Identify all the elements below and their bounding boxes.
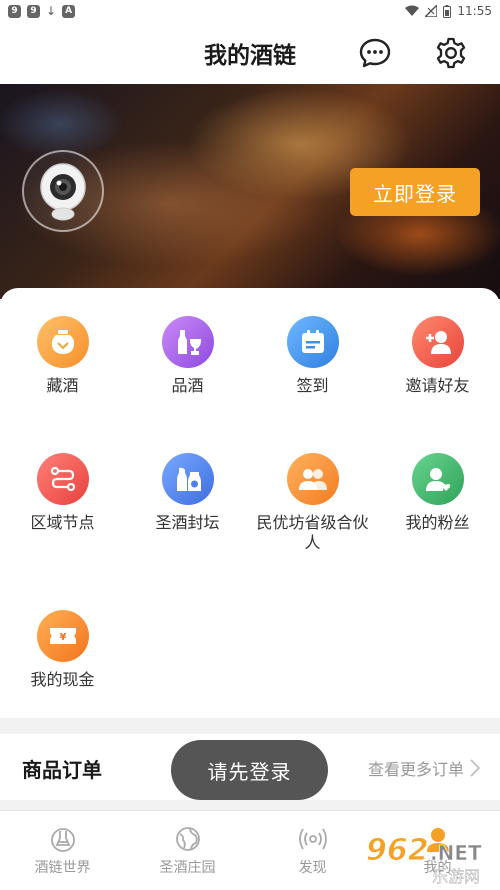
grid-label: 邀请好友 <box>405 376 470 395</box>
login-toast: 请先登录 <box>171 740 328 800</box>
grid-label: 我的粉丝 <box>405 513 470 532</box>
view-more-orders-link[interactable]: 查看更多订单 <box>368 756 480 780</box>
signal-off-icon <box>425 5 438 17</box>
view-more-orders-label: 查看更多订单 <box>367 760 464 779</box>
grid-item-collect-wine[interactable]: 藏酒 <box>0 316 125 396</box>
battery-icon <box>443 4 452 18</box>
wifi-icon <box>405 5 420 16</box>
grid-item-my-cash[interactable]: ¥ 我的现金 <box>0 610 125 690</box>
notification-icon: 9 <box>27 4 40 18</box>
grid-label: 我的现金 <box>30 670 95 689</box>
feature-grid: 藏酒 品酒 签到 邀请好友 区域节点 圣酒封坛 民优坊省级合伙人 我的粉丝 ¥ … <box>0 288 500 718</box>
partners-icon <box>286 453 339 505</box>
tab-discover[interactable]: 发现 <box>250 825 375 877</box>
watermark-net-text: .NET <box>430 841 482 865</box>
page-title: 我的酒链 <box>204 43 296 69</box>
jar-icon <box>36 316 89 368</box>
settings-button[interactable] <box>433 35 469 71</box>
flask-icon <box>50 828 75 852</box>
watermark-logo-text: 962 <box>366 833 429 868</box>
orders-title: 商品订单 <box>22 758 102 782</box>
avatar[interactable] <box>22 150 104 232</box>
fan-user-icon <box>411 453 464 505</box>
grid-label: 品酒 <box>171 376 204 395</box>
grid-label: 签到 <box>296 376 329 395</box>
grid-item-taste-wine[interactable]: 品酒 <box>125 316 250 396</box>
grid-item-my-fans[interactable]: 我的粉丝 <box>375 453 500 533</box>
svg-text:¥: ¥ <box>59 632 66 643</box>
tab-wine-chain-world[interactable]: 酒链世界 <box>0 825 125 877</box>
chevron-right-icon <box>470 759 480 777</box>
grid-label: 圣酒封坛 <box>155 513 220 532</box>
watermark-subtext: 乐游网 <box>432 867 480 886</box>
calendar-icon <box>286 316 339 368</box>
gear-icon <box>436 37 466 69</box>
grid-item-check-in[interactable]: 签到 <box>250 316 375 396</box>
tab-label: 圣酒庄园 <box>159 860 216 876</box>
notification-icon: 9 <box>8 4 21 18</box>
tab-label: 发现 <box>298 860 327 876</box>
robot-avatar-icon <box>40 163 86 221</box>
sealed-jar-icon <box>161 453 214 505</box>
grid-label: 区域节点 <box>30 513 95 532</box>
app-icon: A <box>62 4 76 18</box>
add-user-icon <box>411 316 464 368</box>
bottle-glass-icon <box>161 316 214 368</box>
login-button[interactable]: 立即登录 <box>350 168 480 216</box>
grid-item-provincial-partner[interactable]: 民优坊省级合伙人 <box>250 453 375 553</box>
grid-item-regional-node[interactable]: 区域节点 <box>0 453 125 533</box>
route-icon <box>36 453 89 505</box>
tab-label: 酒链世界 <box>34 860 91 876</box>
grid-label: 民优坊省级合伙人 <box>256 513 369 552</box>
clock: 11:55 <box>457 4 492 18</box>
profile-banner: 立即登录 <box>0 84 500 299</box>
site-watermark: 962 .NET 乐游网 <box>362 826 496 887</box>
status-left-icons: 9 9 ↓ A <box>8 4 76 18</box>
download-icon: ↓ <box>46 4 57 18</box>
chat-bubble-icon <box>359 38 391 68</box>
message-button[interactable] <box>357 35 393 71</box>
grid-item-seal-jar[interactable]: 圣酒封坛 <box>125 453 250 533</box>
globe-icon <box>175 827 200 851</box>
grid-item-invite-friends[interactable]: 邀请好友 <box>375 316 500 396</box>
grid-label: 藏酒 <box>46 376 79 395</box>
header: 我的酒链 <box>0 22 500 84</box>
status-bar: 9 9 ↓ A 11:55 <box>0 0 500 22</box>
tab-wine-estate[interactable]: 圣酒庄园 <box>125 825 250 877</box>
signal-icon <box>298 828 327 850</box>
cash-icon: ¥ <box>36 610 89 662</box>
